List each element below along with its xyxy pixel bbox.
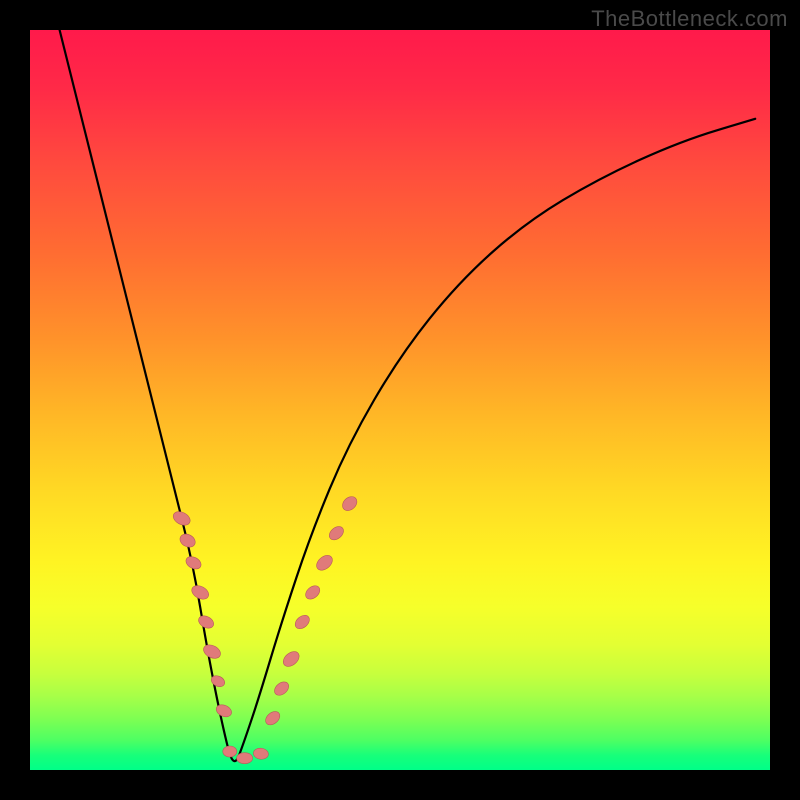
- bottleneck-curve: [60, 30, 756, 761]
- bead-left-1: [178, 532, 198, 550]
- bead-right-3: [293, 613, 312, 632]
- bead-left-7: [214, 703, 233, 720]
- bead-bottom-0: [223, 746, 237, 757]
- chart-stage: TheBottleneck.com: [0, 0, 800, 800]
- bead-right-6: [327, 524, 346, 543]
- bead-right-4: [303, 583, 322, 602]
- bead-left-0: [171, 509, 193, 528]
- watermark-text: TheBottleneck.com: [591, 6, 788, 32]
- bead-right-2: [280, 649, 302, 670]
- bead-left-2: [184, 554, 203, 571]
- bead-left-4: [196, 613, 215, 630]
- beads-group: [171, 494, 360, 764]
- bead-left-3: [189, 583, 211, 602]
- bead-right-7: [340, 494, 360, 514]
- plot-area: [30, 30, 770, 770]
- bead-right-5: [314, 552, 336, 573]
- bead-left-5: [201, 642, 222, 661]
- bead-right-1: [272, 679, 291, 698]
- bead-right-0: [263, 709, 282, 728]
- bead-bottom-1: [237, 753, 253, 764]
- chart-svg: [30, 30, 770, 770]
- bead-bottom-2: [253, 747, 269, 760]
